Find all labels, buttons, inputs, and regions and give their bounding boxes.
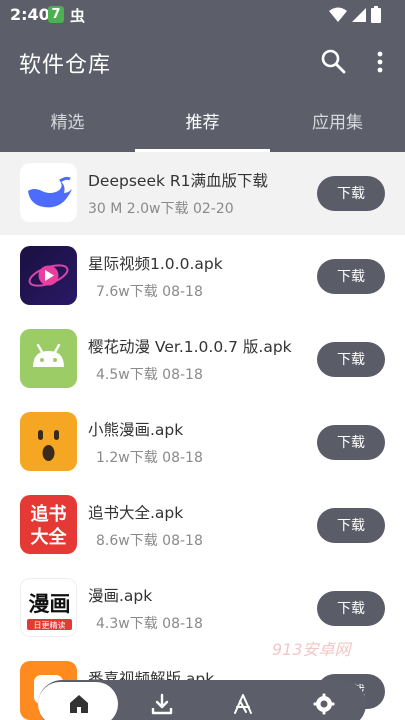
- star-video-icon: [20, 246, 77, 305]
- manhua-comic-icon: 漫画 日更精读: [20, 578, 77, 637]
- icon-text: 追书: [31, 503, 67, 525]
- settings-gear-icon[interactable]: [312, 692, 336, 716]
- bottom-nav: [38, 680, 366, 720]
- app-bar: 软件仓库: [0, 30, 405, 94]
- list-item[interactable]: 追书 大全 追书大全.apk 8.6w下载 08-18 下载: [0, 484, 405, 567]
- tab-collections[interactable]: 应用集: [270, 94, 405, 152]
- app-name: 星际视频1.0.0.apk: [88, 255, 223, 273]
- deepseek-whale-icon: [20, 163, 77, 222]
- download-button[interactable]: 下载: [317, 591, 385, 626]
- tab-bar: 精选 推荐 应用集: [0, 94, 405, 152]
- app-name: 追书大全.apk: [88, 504, 184, 522]
- download-button[interactable]: 下载: [317, 259, 385, 294]
- app-name: 樱花动漫 Ver.1.0.0.7 版.apk: [88, 338, 292, 356]
- tab-recommended[interactable]: 推荐: [135, 94, 270, 152]
- icon-text: 大全: [31, 526, 68, 548]
- list-item[interactable]: 小熊漫画.apk 1.2w下载 08-18 下载: [0, 401, 405, 484]
- notification-badge: 7: [48, 6, 64, 23]
- icon-text: 漫画: [29, 592, 71, 616]
- page-title: 软件仓库: [19, 53, 112, 78]
- app-meta: 4.3w下载 08-18: [96, 616, 203, 632]
- tab-featured[interactable]: 精选: [0, 94, 135, 152]
- watermark: 913安卓网: [272, 640, 351, 659]
- signal-icon: [352, 7, 366, 22]
- app-list: Deepseek R1满血版下载 30 M 2.0w下载 02-20 下载 星际…: [0, 152, 405, 720]
- list-item[interactable]: 樱花动漫 Ver.1.0.0.7 版.apk 4.5w下载 08-18 下载: [0, 318, 405, 401]
- system-icons: [329, 6, 381, 23]
- app-meta: 7.6w下载 08-18: [96, 284, 203, 300]
- list-item[interactable]: 星际视频1.0.0.apk 7.6w下载 08-18 下载: [0, 235, 405, 318]
- download-button[interactable]: 下载: [317, 176, 385, 211]
- app-meta: 30 M 2.0w下载 02-20: [88, 201, 234, 217]
- more-options-icon[interactable]: [372, 50, 388, 74]
- status-bar: 2:40 7 虫: [0, 0, 405, 30]
- app-name: 漫画.apk: [88, 587, 153, 605]
- android-icon: [20, 329, 77, 388]
- status-time: 2:40: [10, 5, 50, 24]
- home-icon: [70, 695, 88, 713]
- icon-text: 日更精读: [34, 620, 66, 630]
- bear-face-icon: [20, 412, 77, 471]
- download-button[interactable]: 下载: [317, 342, 385, 377]
- zhuishu-book-icon: 追书 大全: [20, 495, 77, 554]
- download-icon[interactable]: [150, 692, 174, 716]
- download-button[interactable]: 下载: [317, 425, 385, 460]
- app-meta: 1.2w下载 08-18: [96, 450, 203, 466]
- wifi-icon: [329, 7, 347, 22]
- battery-icon: [371, 6, 381, 23]
- notification-bug-icon: 虫: [70, 7, 86, 25]
- nav-home[interactable]: [38, 682, 118, 720]
- list-item[interactable]: Deepseek R1满血版下载 30 M 2.0w下载 02-20 下载: [0, 152, 405, 235]
- download-button[interactable]: 下载: [317, 508, 385, 543]
- app-store-icon[interactable]: [231, 692, 255, 716]
- app-name: Deepseek R1满血版下载: [88, 172, 269, 190]
- search-icon[interactable]: [320, 48, 346, 74]
- app-meta: 8.6w下载 08-18: [96, 533, 203, 549]
- app-name: 小熊漫画.apk: [88, 421, 184, 439]
- app-meta: 4.5w下载 08-18: [96, 367, 203, 383]
